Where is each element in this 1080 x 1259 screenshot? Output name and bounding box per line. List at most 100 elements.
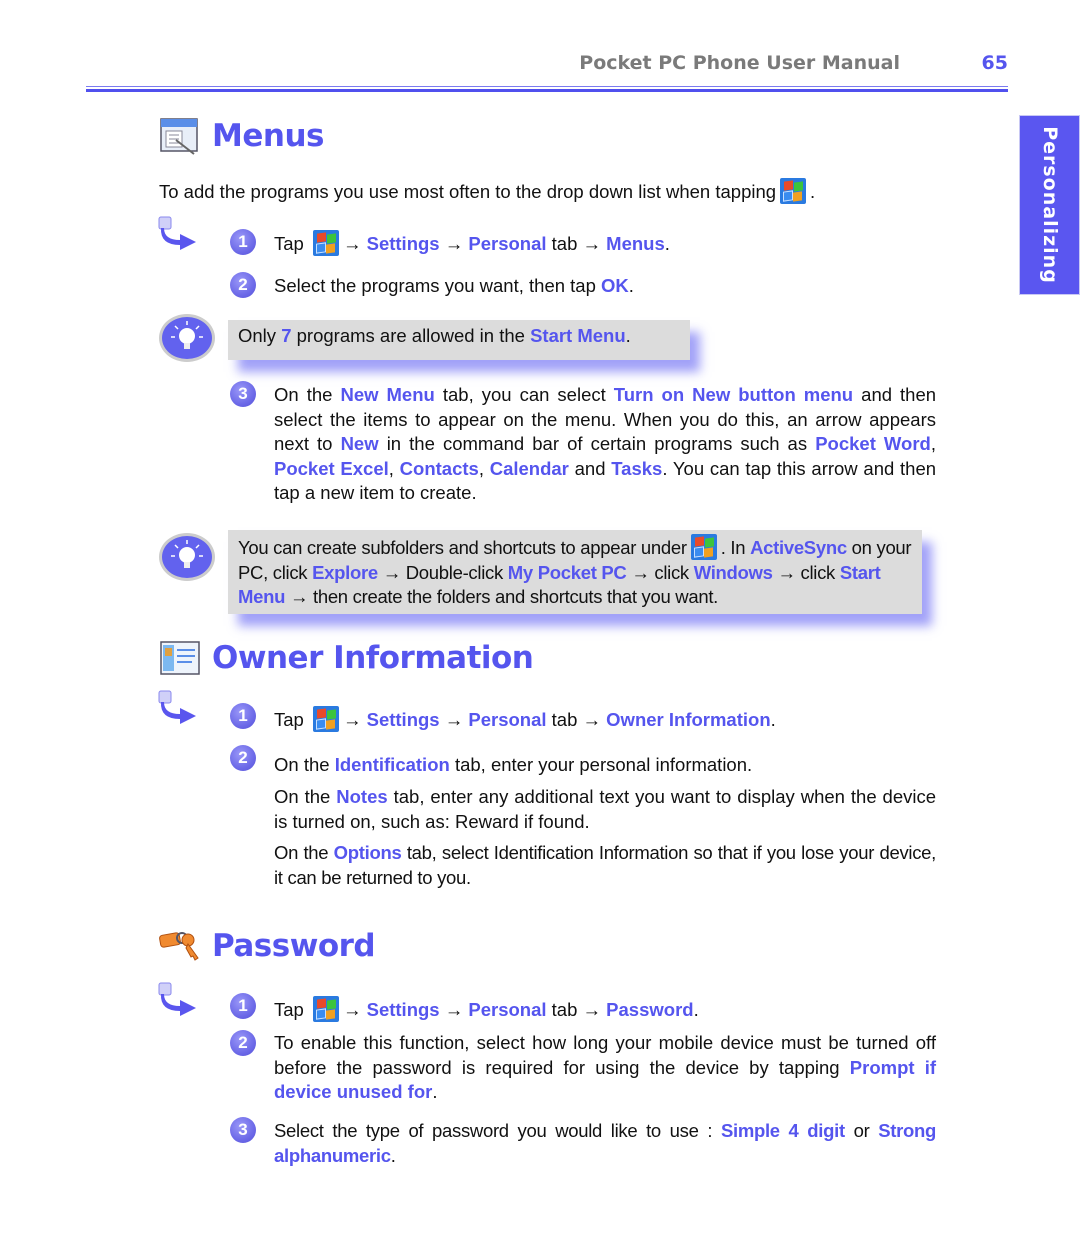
pocket-excel-link: Pocket Excel [274, 457, 389, 479]
owner-information-link: Owner Information [606, 709, 771, 730]
menus-step-1: Tap → Settings → Personal tab → Menus. [274, 230, 936, 257]
step-arrow-icon [158, 690, 198, 724]
step-number-1: 1 [230, 229, 256, 255]
calendar-link: Calendar [489, 457, 569, 479]
step-number-1: 1 [230, 703, 256, 729]
tip-text: → click [631, 561, 689, 583]
section-title-password: Password [212, 928, 376, 964]
step-text: in the command bar of certain programs s… [386, 433, 808, 454]
start-menu-link: Start Menu [530, 325, 626, 346]
arrow-text: → [342, 233, 362, 254]
owner-step-2: On the Identification tab, enter your pe… [274, 753, 936, 778]
notes-link: Notes [336, 786, 388, 807]
arrow-text: → [342, 709, 362, 730]
keys-icon [158, 926, 202, 966]
personal-link: Personal [468, 999, 547, 1020]
pocket-word-link: Pocket Word [815, 433, 931, 454]
tip-text: . In [720, 537, 746, 558]
explore-link: Explore [312, 561, 378, 583]
turn-on-new-button-menu-link: Turn on New button menu [613, 384, 854, 405]
arrow-text: → [444, 233, 464, 254]
new-link: New [340, 433, 379, 454]
step-arrow-icon [158, 216, 198, 250]
period: . [628, 275, 634, 296]
owner-notes-paragraph: On the Notes tab, enter any additional t… [274, 785, 936, 834]
step-text: tab, enter your personal information. [454, 754, 753, 775]
section-title-menus: Menus [212, 118, 324, 154]
page-number: 65 [981, 52, 1008, 74]
windows-start-flag-icon [312, 996, 339, 1022]
arrow-text: → [444, 999, 464, 1020]
menus-link: Menus [606, 233, 665, 254]
tip-count: 7 [281, 325, 292, 346]
chapter-side-tab-label: Personalizing [1038, 126, 1061, 284]
step-text: or [853, 1120, 870, 1141]
comma: , [930, 433, 936, 454]
windows-start-flag-icon [780, 178, 807, 204]
tab-arrow-text: tab → [551, 233, 602, 254]
password-step-1: Tap → Settings → Personal tab → Password… [274, 996, 936, 1023]
password-link: Password [606, 999, 694, 1020]
menus-intro: To add the programs you use most often t… [159, 178, 815, 205]
menus-intro-text: To add the programs you use most often t… [159, 181, 777, 202]
period: . [693, 999, 699, 1020]
tip-text: You can create subfolders and shortcuts … [238, 537, 687, 558]
windows-start-flag-icon [312, 706, 339, 732]
tip-start-menu-limit: Only 7 programs are allowed in the Start… [228, 320, 690, 360]
tip-text: → Double-click [382, 561, 504, 583]
personal-link: Personal [468, 709, 547, 730]
chapter-side-tab: Personalizing [1019, 115, 1080, 295]
step-text: On the [274, 786, 331, 807]
tip-text: → click [777, 561, 835, 583]
comma: , [478, 457, 484, 479]
arrow-text: → [444, 709, 464, 730]
period: . [625, 325, 631, 346]
settings-link: Settings [366, 233, 440, 254]
new-menu-link: New Menu [340, 384, 435, 405]
windows-link: Windows [693, 561, 773, 583]
tab-arrow-text: tab → [551, 999, 602, 1020]
period: . [770, 709, 776, 730]
menus-window-icon [158, 116, 202, 156]
step-arrow-icon [158, 982, 198, 1016]
step-text: Select the programs you want, then tap [274, 275, 596, 296]
step-number-3: 3 [230, 381, 256, 407]
menus-step-2: Select the programs you want, then tap O… [274, 274, 936, 299]
my-pocket-pc-link: My Pocket PC [507, 561, 627, 583]
tip-text: → then create the folders and shortcuts … [289, 586, 719, 607]
step-text: Tap [274, 999, 304, 1020]
period: . [390, 1144, 396, 1166]
header-rule-thin [86, 86, 1008, 87]
manual-title: Pocket PC Phone User Manual [579, 52, 900, 74]
tip-text: programs are allowed in the [296, 325, 525, 346]
password-step-3: Select the type of password you would li… [274, 1119, 936, 1168]
step-number-2: 2 [230, 745, 256, 771]
period: . [432, 1081, 438, 1102]
contacts-link: Contacts [399, 457, 479, 479]
step-number-2: 2 [230, 1030, 256, 1056]
tip-start-menu-subfolders: You can create subfolders and shortcuts … [228, 530, 922, 614]
step-number-3: 3 [230, 1117, 256, 1143]
owner-card-icon [158, 638, 202, 678]
arrow-text: → [342, 999, 362, 1020]
period: . [664, 233, 670, 254]
tip-text: Only [238, 325, 277, 346]
step-number-2: 2 [230, 272, 256, 298]
activesync-link: ActiveSync [750, 537, 847, 558]
header-rule-thick [86, 89, 1008, 92]
step-text: tab, you can select [442, 384, 606, 405]
step-text: Tap [274, 233, 304, 254]
section-heading-password: Password [158, 926, 376, 966]
step-text: On the [274, 842, 329, 863]
windows-start-flag-icon [690, 534, 717, 560]
lightbulb-tip-icon [157, 312, 217, 364]
tasks-link: Tasks [611, 457, 663, 479]
menus-step-3: On the New Menu tab, you can select Turn… [274, 383, 936, 506]
section-heading-owner-information: Owner Information [158, 638, 534, 678]
step-text: On the [274, 754, 330, 775]
personal-link: Personal [468, 233, 547, 254]
password-step-2: To enable this function, select how long… [274, 1031, 936, 1105]
tab-arrow-text: tab → [551, 709, 602, 730]
step-text: and [574, 457, 606, 479]
lightbulb-tip-icon [157, 531, 217, 583]
